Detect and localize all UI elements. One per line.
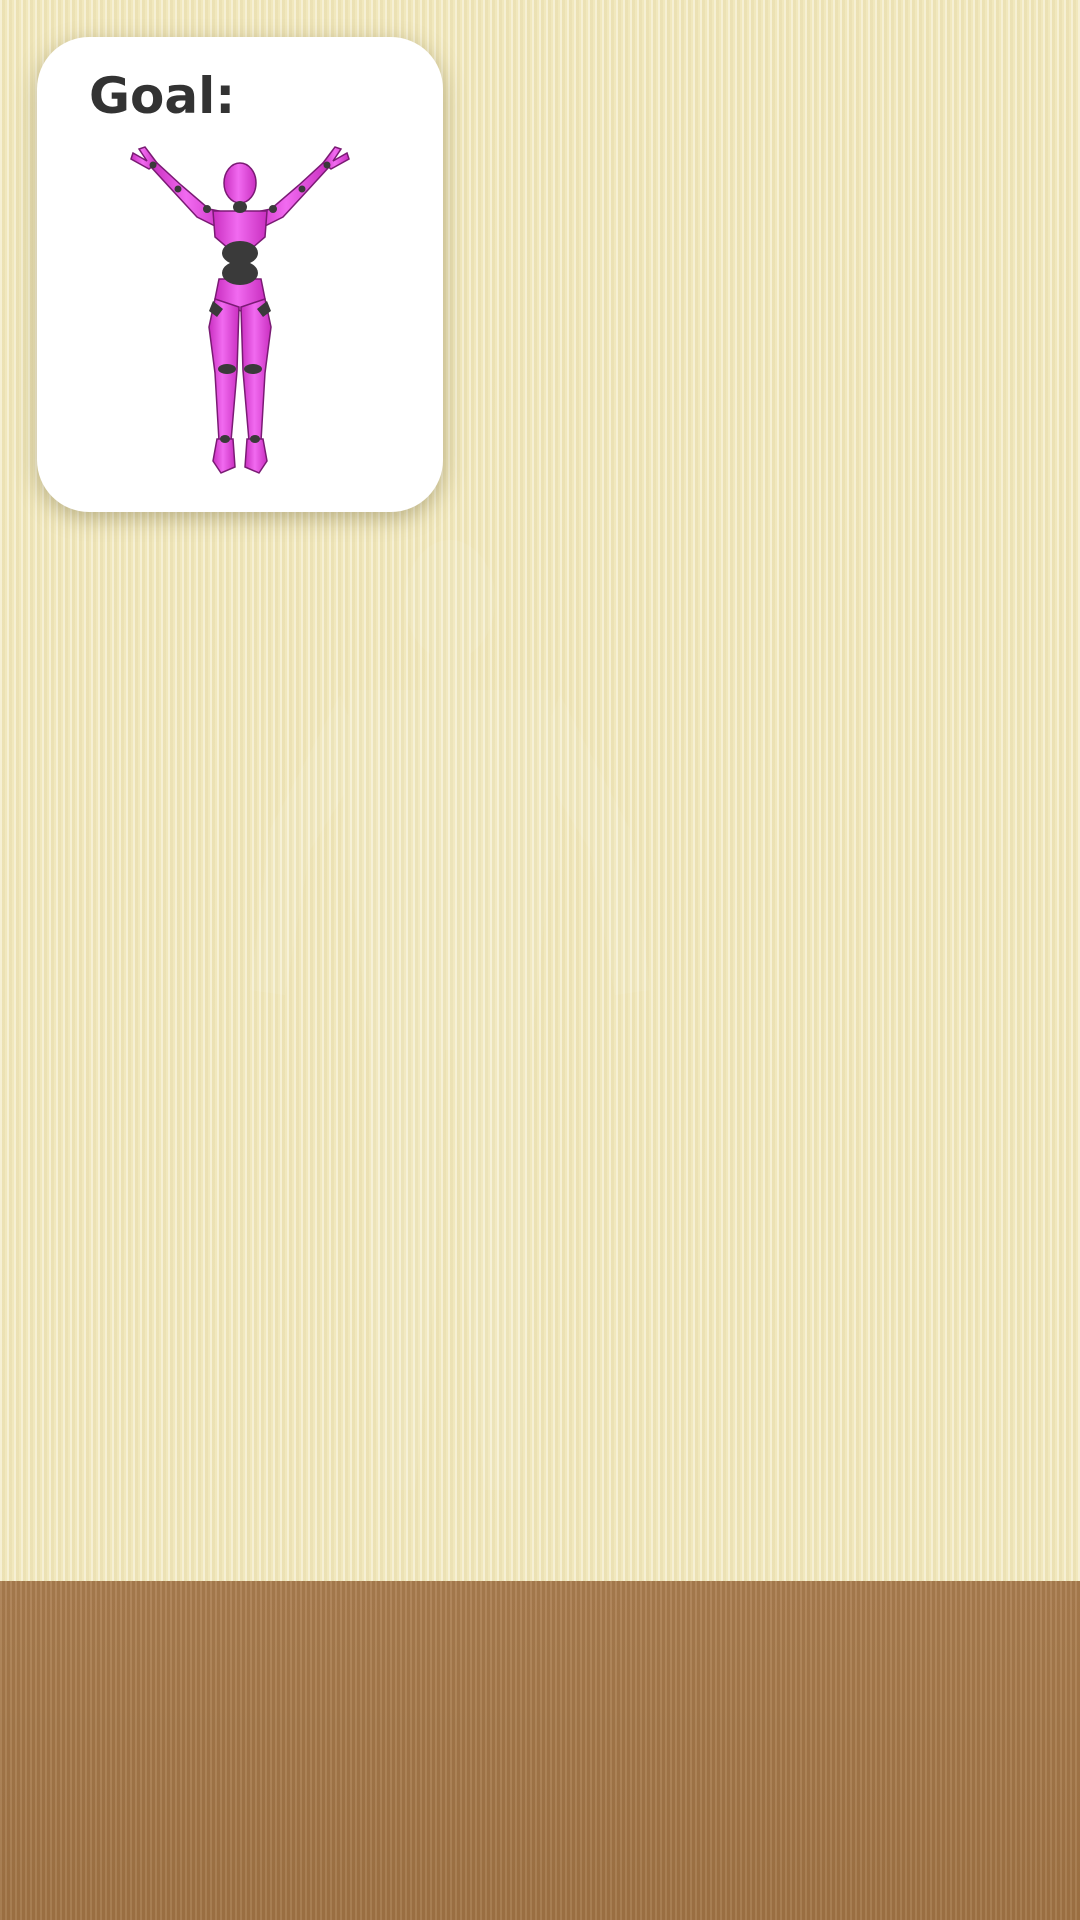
goal-card: Goal: [37,37,443,512]
wooden-floor [0,1581,1080,1920]
pink-mannequin-arms-raised-icon [130,146,350,474]
goal-title: Goal: [89,67,236,125]
player-figure-silhouette[interactable] [230,530,670,1520]
